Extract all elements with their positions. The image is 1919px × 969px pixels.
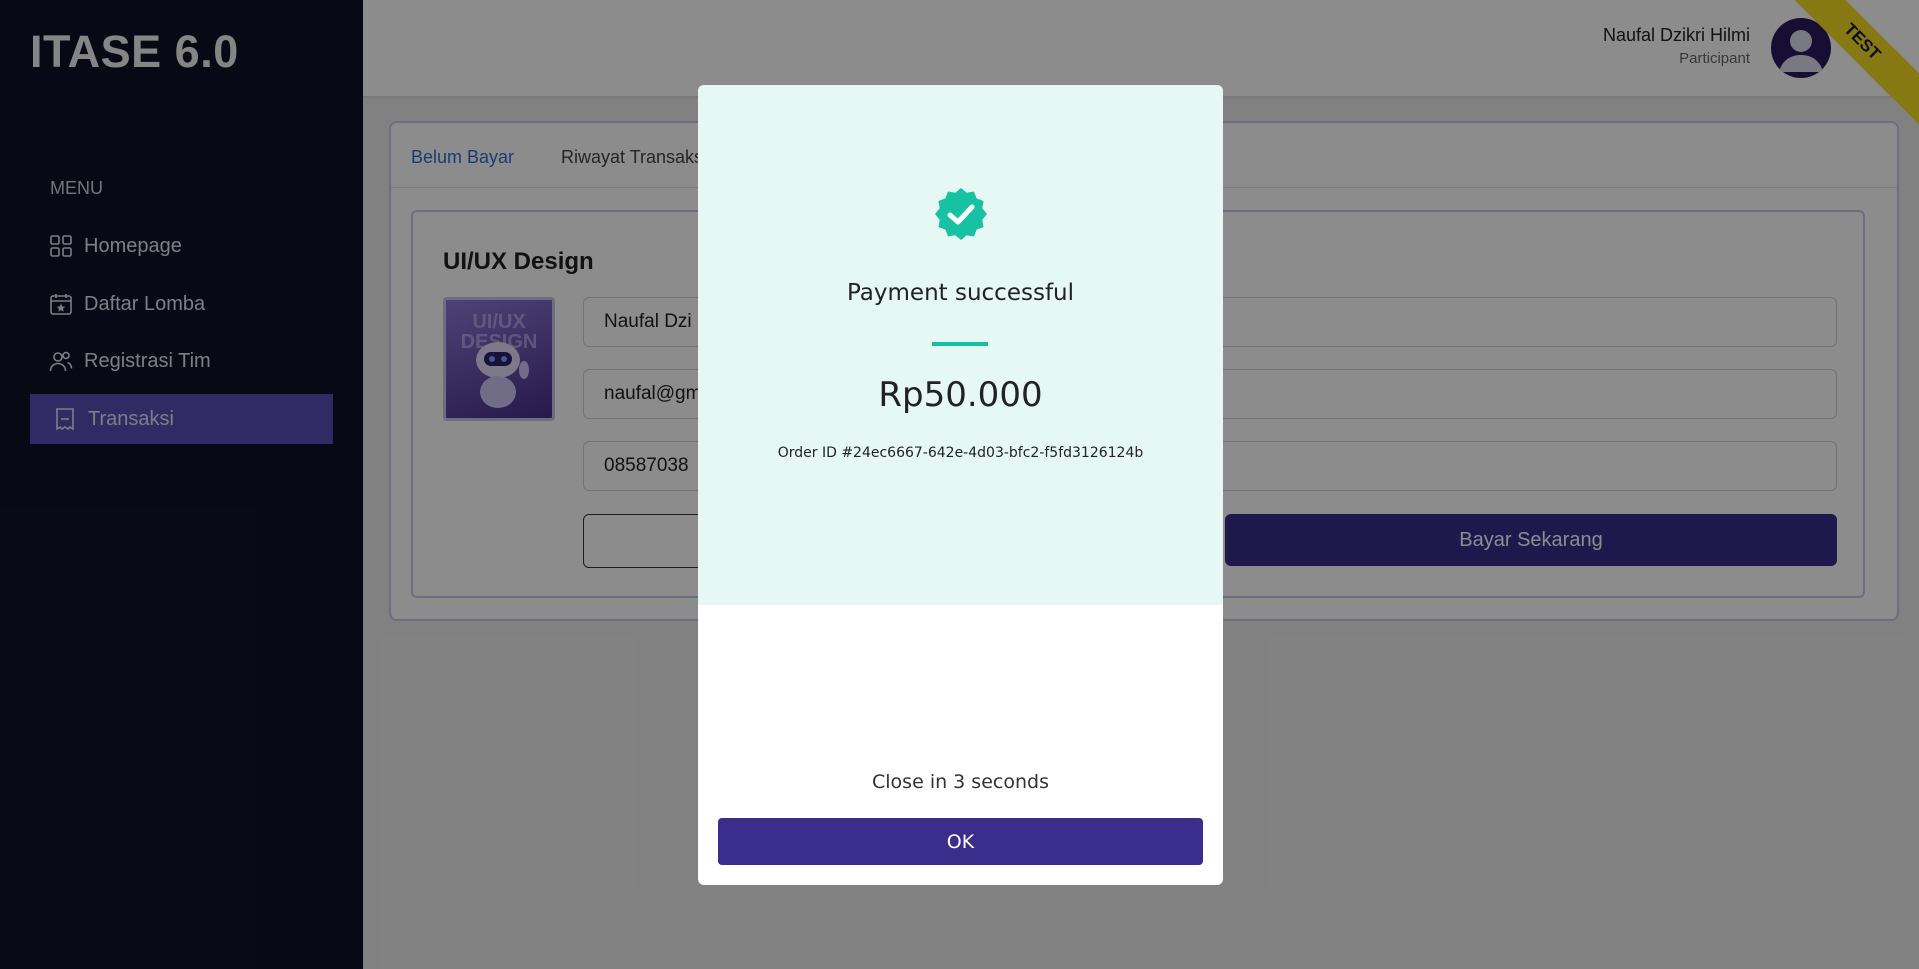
payment-status-title: Payment successful: [846, 280, 1075, 306]
payment-success-modal: Payment successful Rp50.000 Order ID #24…: [698, 85, 1223, 885]
ok-button[interactable]: OK: [718, 818, 1203, 865]
check-badge-icon: [935, 188, 987, 240]
divider: [932, 342, 988, 346]
modal-header: Payment successful Rp50.000 Order ID #24…: [698, 85, 1223, 605]
close-countdown: Close in 3 seconds: [872, 771, 1049, 793]
order-id: Order ID #24ec6667-642e-4d03-bfc2-f5fd31…: [777, 445, 1144, 461]
payment-amount: Rp50.000: [878, 375, 1043, 415]
